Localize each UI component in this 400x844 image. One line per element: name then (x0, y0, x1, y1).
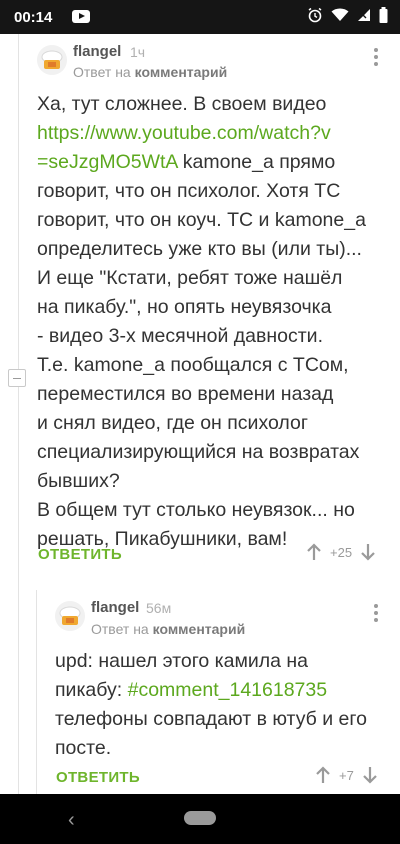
rating-value: +7 (339, 767, 354, 783)
reply-button[interactable]: ОТВЕТИТЬ (38, 546, 122, 563)
comment-line: Т.е. kamone_a пообщался с ТСом, (37, 354, 349, 376)
comment-line: специализирующийся на возвратах (37, 441, 360, 463)
rating-controls: +7 (315, 766, 378, 784)
comment-age: 1ч (130, 44, 146, 60)
reply-to-target[interactable]: комментарий (135, 64, 228, 80)
more-options-icon[interactable] (373, 604, 379, 625)
status-time: 00:14 (14, 9, 53, 26)
comment-line: и снял видео, где он психолог (37, 412, 308, 434)
comment-body: Ха, тут сложнее. В своем видео https://w… (37, 90, 366, 554)
rating-controls: +25 (306, 543, 376, 561)
status-icons (307, 7, 388, 23)
comment-body: upd: нашел этого камила на пикабу: #comm… (55, 647, 367, 763)
signal-icon (358, 9, 370, 21)
wifi-icon (331, 8, 349, 21)
comment-anchor-link[interactable]: #comment_141618735 (128, 679, 328, 701)
upvote-icon[interactable] (306, 543, 322, 561)
back-icon[interactable]: ‹ (68, 809, 75, 832)
comment-line: =seJzgMO5WtA kamone_a прямо (37, 148, 366, 177)
comment-line: бывших? (37, 470, 120, 492)
more-options-icon[interactable] (373, 48, 379, 69)
reply-button[interactable]: ОТВЕТИТЬ (56, 769, 140, 786)
avatar[interactable] (55, 601, 85, 631)
comment-line: определитесь уже кто вы (или ты)... (37, 238, 362, 260)
comment-line: Ха, тут сложнее. В своем видео (37, 93, 327, 115)
rating-value: +25 (330, 544, 353, 560)
comment-line: телефоны совпадают в ютуб и его (55, 708, 367, 730)
youtube-notification-icon (72, 10, 90, 23)
comment-author[interactable]: flangel (73, 43, 121, 60)
comment-line: на пикабу.", но опять неувязочка (37, 296, 332, 318)
comment-author[interactable]: flangel (91, 599, 139, 616)
thread-line (18, 34, 19, 794)
comment-line-text: kamone_a прямо (177, 151, 336, 173)
battery-icon (379, 7, 388, 23)
comment-link[interactable]: =seJzgMO5WtA (37, 151, 177, 173)
alarm-icon (308, 7, 322, 23)
comment-line: - видео 3-х месячной давности. (37, 325, 323, 347)
comment-line: И еще "Кстати, ребят тоже нашёл (37, 267, 343, 289)
reply-to-target[interactable]: комментарий (153, 621, 246, 637)
reply-to-prefix: Ответ на (91, 621, 149, 637)
comment-line: В общем тут столько неувязок... но (37, 499, 355, 521)
collapse-thread-button[interactable] (8, 369, 26, 387)
chef-avatar-icon (55, 601, 85, 631)
comment-line-text: пикабу: (55, 679, 128, 701)
comment-line: пикабу: #comment_141618735 (55, 676, 367, 705)
comment-link[interactable]: https://www.youtube.com/watch?v (37, 119, 366, 148)
upvote-icon[interactable] (315, 766, 331, 784)
comment-line: посте. (55, 737, 112, 759)
comment-line: говорит, что он психолог. Хотя ТС (37, 180, 341, 202)
reply-to-label[interactable]: Ответ на комментарий (91, 621, 245, 637)
status-bar: 00:14 (0, 0, 400, 34)
avatar[interactable] (37, 45, 67, 75)
navigation-bar: ‹ (0, 794, 400, 844)
reply-to-label[interactable]: Ответ на комментарий (73, 64, 227, 80)
comment-age: 56м (146, 600, 172, 616)
comment-line: говорит, что он коуч. ТС и kamone_a (37, 209, 366, 231)
reply-to-prefix: Ответ на (73, 64, 131, 80)
downvote-icon[interactable] (360, 543, 376, 561)
comment-line: upd: нашел этого камила на (55, 650, 309, 672)
downvote-icon[interactable] (362, 766, 378, 784)
thread-line-nested (36, 590, 37, 800)
home-pill-icon[interactable] (184, 811, 216, 825)
comment-line: переместился во времени назад (37, 383, 334, 405)
chef-avatar-icon (37, 45, 67, 75)
